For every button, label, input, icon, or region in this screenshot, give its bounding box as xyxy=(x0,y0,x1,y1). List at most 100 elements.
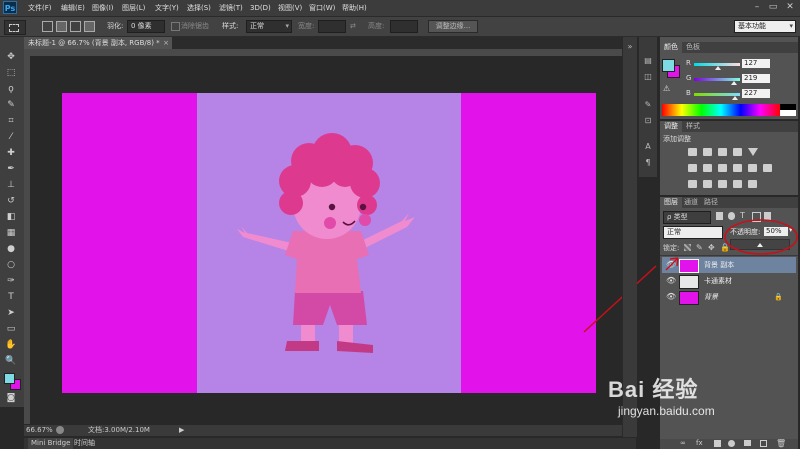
brush-tool-icon[interactable]: ✒ xyxy=(4,163,18,175)
menu-edit[interactable]: 编辑(E) xyxy=(61,2,85,14)
tab-channels[interactable]: 通道 xyxy=(680,197,702,208)
new-layer-icon[interactable] xyxy=(760,440,767,447)
new-selection-icon[interactable] xyxy=(42,21,53,32)
pen-tool-icon[interactable]: ✑ xyxy=(4,275,18,287)
character-icon[interactable]: A xyxy=(642,141,654,152)
channel-mixer-adjust-icon[interactable] xyxy=(748,164,757,172)
status-menu-arrow[interactable]: ▶ xyxy=(179,425,184,436)
width-input[interactable] xyxy=(318,20,346,33)
color-lookup-adjust-icon[interactable] xyxy=(763,164,772,172)
menu-window[interactable]: 窗口(W) xyxy=(309,2,335,14)
vibrance-adjust-icon[interactable] xyxy=(748,148,758,156)
color-spectrum-bar[interactable] xyxy=(662,104,780,116)
visibility-eye-icon[interactable]: 👁 xyxy=(666,273,676,289)
tab-swatches[interactable]: 色板 xyxy=(682,42,704,53)
menu-select[interactable]: 选择(S) xyxy=(187,2,211,14)
crop-tool-icon[interactable]: ⌗ xyxy=(4,115,18,127)
path-select-tool-icon[interactable]: ➤ xyxy=(4,307,18,319)
tab-color[interactable]: 颜色 xyxy=(660,42,682,53)
layer-name[interactable]: 背景 副本 xyxy=(704,257,734,273)
menu-layer[interactable]: 图层(L) xyxy=(122,2,145,14)
height-input[interactable] xyxy=(390,20,418,33)
lasso-tool-icon[interactable]: ϙ xyxy=(4,83,18,95)
feather-input[interactable]: 0 像素 xyxy=(127,20,165,33)
tab-layers[interactable]: 图层 xyxy=(660,197,682,208)
swap-icon[interactable]: ⇄ xyxy=(350,21,356,32)
photo-filter-adjust-icon[interactable] xyxy=(733,164,742,172)
spectrum-white-swatch[interactable] xyxy=(780,110,796,116)
threshold-adjust-icon[interactable] xyxy=(718,180,727,188)
channel-r-input[interactable]: 127 xyxy=(742,59,770,68)
delete-layer-icon[interactable]: 🗑 xyxy=(776,439,786,448)
lock-transparent-icon[interactable] xyxy=(684,244,691,251)
zoom-tool-icon[interactable]: 🔍 xyxy=(4,355,18,367)
type-tool-icon[interactable]: T xyxy=(4,291,18,303)
new-adjustment-icon[interactable] xyxy=(728,440,735,447)
refine-edge-button[interactable]: 调整边缘... xyxy=(428,20,478,33)
document-tab[interactable]: 未标题-1 @ 66.7% (背景 副本, RGB/8) * × xyxy=(24,37,172,49)
restore-icon[interactable]: ▭ xyxy=(766,1,780,14)
zoom-level[interactable]: 66.67% xyxy=(26,425,53,436)
layer-row[interactable]: 👁 卡通素材 xyxy=(662,273,796,289)
quick-select-tool-icon[interactable]: ✎ xyxy=(4,99,18,111)
add-selection-icon[interactable] xyxy=(56,21,67,32)
intersect-selection-icon[interactable] xyxy=(84,21,95,32)
tab-timeline[interactable]: 时间轴 xyxy=(74,438,95,449)
paragraph-icon[interactable]: ¶ xyxy=(642,157,654,168)
blend-mode-select[interactable]: 正常 xyxy=(663,226,723,239)
clone-stamp-tool-icon[interactable]: ⊥ xyxy=(4,179,18,191)
tool-preset-picker[interactable] xyxy=(4,20,26,35)
menu-view[interactable]: 视图(V) xyxy=(278,2,302,14)
posterize-adjust-icon[interactable] xyxy=(703,180,712,188)
lock-pixels-icon[interactable]: ✎ xyxy=(696,243,703,252)
close-icon[interactable]: ✕ xyxy=(783,1,797,14)
new-group-icon[interactable] xyxy=(744,440,751,446)
layer-row[interactable]: 👁 背景 🔒 xyxy=(662,289,796,305)
workspace-select[interactable]: 基本功能 ▾ xyxy=(734,20,796,33)
curves-adjust-icon[interactable] xyxy=(718,148,727,156)
link-layers-icon[interactable]: ∞ xyxy=(680,439,686,447)
menu-filter[interactable]: 滤镜(T) xyxy=(219,2,243,14)
channel-r-knob[interactable] xyxy=(715,66,721,70)
hand-tool-icon[interactable]: ✋ xyxy=(4,339,18,351)
menu-type[interactable]: 文字(Y) xyxy=(155,2,179,14)
add-mask-icon[interactable] xyxy=(714,440,721,447)
quick-mask-icon[interactable]: ◙ xyxy=(4,392,18,404)
exposure-adjust-icon[interactable] xyxy=(733,148,742,156)
channel-b-knob[interactable] xyxy=(732,96,738,100)
tab-adjustments[interactable]: 调整 xyxy=(660,121,682,132)
style-select[interactable]: 正常 ▾ xyxy=(246,20,292,33)
eyedropper-tool-icon[interactable]: ⁄ xyxy=(4,131,18,143)
lock-position-icon[interactable]: ✥ xyxy=(708,243,715,252)
minimize-icon[interactable]: – xyxy=(750,1,764,14)
color-fg-swatch[interactable] xyxy=(662,59,675,72)
warning-icon[interactable]: ⚠ xyxy=(663,84,670,93)
foreground-color-swatch[interactable] xyxy=(4,373,15,384)
menu-3d[interactable]: 3D(D) xyxy=(250,2,271,14)
channel-g-input[interactable]: 219 xyxy=(742,74,770,83)
properties-icon[interactable]: ◫ xyxy=(642,71,654,82)
channel-g-knob[interactable] xyxy=(731,81,737,85)
selective-color-adjust-icon[interactable] xyxy=(748,180,757,188)
layer-row[interactable]: 👁 背景 副本 xyxy=(662,257,796,273)
dodge-tool-icon[interactable]: ○ xyxy=(4,259,18,271)
antialias-checkbox[interactable] xyxy=(171,22,180,31)
history-brush-tool-icon[interactable]: ↺ xyxy=(4,195,18,207)
layer-name[interactable]: 卡通素材 xyxy=(704,273,732,289)
close-tab-icon[interactable]: × xyxy=(163,37,169,49)
healing-tool-icon[interactable]: ✚ xyxy=(4,147,18,159)
tab-mini-bridge[interactable]: Mini Bridge xyxy=(28,438,74,449)
brush-panel-icon[interactable]: ✎ xyxy=(642,99,654,110)
layer-fx-icon[interactable]: fx xyxy=(696,439,703,447)
tab-paths[interactable]: 路径 xyxy=(700,197,722,208)
shape-tool-icon[interactable]: ▭ xyxy=(4,323,18,335)
gradient-tool-icon[interactable]: ▦ xyxy=(4,227,18,239)
invert-adjust-icon[interactable] xyxy=(688,180,697,188)
menu-help[interactable]: 帮助(H) xyxy=(342,2,367,14)
black-white-adjust-icon[interactable] xyxy=(718,164,727,172)
gradient-map-adjust-icon[interactable] xyxy=(733,180,742,188)
blur-tool-icon[interactable]: ● xyxy=(4,243,18,255)
layer-name[interactable]: 背景 xyxy=(704,289,718,305)
move-tool-icon[interactable]: ✥ xyxy=(4,51,18,63)
channel-b-input[interactable]: 227 xyxy=(742,89,770,98)
